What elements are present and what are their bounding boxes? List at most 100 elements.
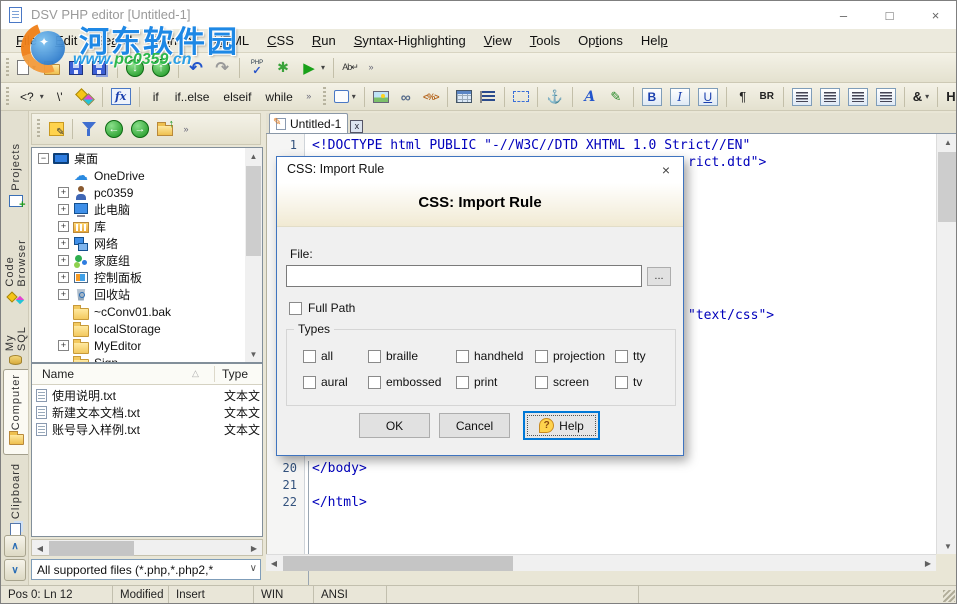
back-button[interactable]: ← (101, 117, 127, 141)
download-button[interactable]: ↓ (122, 56, 148, 80)
save-all-button[interactable] (88, 56, 113, 80)
menu-item-css[interactable]: CSS (258, 29, 303, 52)
type-checkbox-tty[interactable] (615, 350, 628, 363)
full-path-option[interactable]: Full Path (289, 301, 355, 315)
file-item-账号导入样例-txt[interactable]: 账号导入样例.txt文本文 (34, 421, 262, 438)
tab-untitled-1[interactable]: Untitled-1 (269, 113, 348, 133)
toolbar-overflow-icon[interactable]: » (365, 57, 377, 79)
tree-item-家庭组[interactable]: +家庭组 (32, 252, 227, 269)
run-button[interactable]: ▶▾ (296, 56, 329, 80)
align-right-button[interactable] (844, 85, 872, 109)
expand-icon[interactable]: + (58, 187, 69, 198)
tree-item-onedrive[interactable]: OneDrive (32, 167, 227, 184)
menu-item-run[interactable]: Run (303, 29, 345, 52)
expand-icon[interactable]: + (58, 255, 69, 266)
anchor-button[interactable]: ⚓ (542, 85, 568, 109)
type-option-aural[interactable]: aural (303, 375, 348, 389)
editor-horizontal-scrollbar[interactable]: ◀ ▶ (266, 554, 936, 571)
expand-icon[interactable]: + (58, 289, 69, 300)
tree-item-回收站[interactable]: +回收站 (32, 286, 227, 303)
type-checkbox-all[interactable] (303, 350, 316, 363)
filter-button[interactable] (77, 117, 101, 141)
scroll-right-icon[interactable]: ▶ (920, 555, 936, 572)
type-checkbox-handheld[interactable] (456, 350, 469, 363)
tree-item-cconv01-bak[interactable]: ~cConv01.bak (32, 303, 227, 320)
upload-button[interactable]: ↑ (148, 56, 174, 80)
type-option-screen[interactable]: screen (535, 375, 589, 389)
help-button[interactable]: ? Help (523, 411, 600, 440)
collapse-up-button[interactable]: ∧ (4, 535, 26, 557)
sidebar-tab-projects[interactable]: Projects (3, 139, 28, 207)
dialog-title-bar[interactable]: CSS: Import Rule × (277, 157, 683, 183)
column-divider[interactable] (214, 366, 215, 382)
scroll-left-icon[interactable]: ◀ (32, 540, 48, 557)
file-filter-combobox[interactable]: All supported files (*.php,*.php2,* ∨ (31, 559, 261, 580)
php-tag-button[interactable]: <?▾ (13, 85, 48, 109)
maximize-button[interactable]: □ (867, 1, 912, 29)
tree-item-库[interactable]: +库 (32, 218, 227, 235)
tree-item-此电脑[interactable]: +此电脑 (32, 201, 227, 218)
tree-item-sign[interactable]: Sign (32, 354, 227, 363)
toolbar-overflow-icon[interactable]: » (303, 86, 315, 108)
scroll-left-icon[interactable]: ◀ (266, 555, 282, 572)
type-checkbox-braille[interactable] (368, 350, 381, 363)
column-header-name[interactable]: Name (42, 367, 74, 381)
column-header-type[interactable]: Type (222, 367, 248, 381)
menu-item-tools[interactable]: Tools (521, 29, 569, 52)
undo-button[interactable]: ↶ (183, 56, 209, 80)
type-option-tty[interactable]: tty (615, 349, 646, 363)
debug-button[interactable]: ✱ (270, 56, 296, 80)
hyperlink-button[interactable]: ∞ (393, 85, 419, 109)
numbered-list-button[interactable] (476, 85, 500, 109)
fieldset-button[interactable] (509, 85, 533, 109)
collapse-down-button[interactable]: ∨ (4, 559, 26, 581)
bold-button[interactable]: B (638, 85, 666, 109)
expand-icon[interactable]: + (58, 272, 69, 283)
tree-scrollbar[interactable]: ▲ ▼ (245, 148, 262, 362)
sidebar-tab-computer[interactable]: Computer (3, 369, 28, 455)
full-path-checkbox[interactable] (289, 302, 302, 315)
scroll-right-icon[interactable]: ▶ (246, 540, 262, 557)
type-checkbox-embossed[interactable] (368, 376, 381, 389)
align-left-button[interactable] (788, 85, 816, 109)
toolbar-overflow-icon[interactable]: » (180, 118, 192, 140)
forward-button[interactable]: → (127, 117, 153, 141)
editor-vscrollbar-thumb[interactable] (938, 152, 957, 222)
html-entity-button[interactable]: &▾ (909, 85, 933, 109)
function-button[interactable]: fx (107, 85, 135, 109)
menu-item-options[interactable]: Options (569, 29, 632, 52)
heading-button[interactable]: H▾ (942, 85, 957, 109)
sidebar-tab-clipboard[interactable]: Clipboard (3, 459, 28, 539)
scroll-down-icon[interactable]: ▼ (245, 346, 262, 362)
open-file-button[interactable] (40, 56, 64, 80)
toolbar-grip[interactable] (6, 87, 9, 107)
tree-item-localstorage[interactable]: localStorage (32, 320, 227, 337)
layer-button[interactable]: ▾ (330, 85, 360, 109)
paragraph-button[interactable]: ¶ (731, 85, 755, 109)
underline-button[interactable]: U (694, 85, 722, 109)
file-item-新建文本文档-txt[interactable]: 新建文本文档.txt文本文 (34, 404, 262, 421)
explorer-horizontal-scrollbar[interactable]: ◀ ▶ (31, 539, 263, 556)
menu-item-edit[interactable]: Edit (46, 29, 86, 52)
menu-item-help[interactable]: Help (632, 29, 677, 52)
menu-item-file[interactable]: File (7, 29, 46, 52)
editor-hscrollbar-thumb[interactable] (283, 556, 513, 571)
save-button[interactable] (64, 56, 88, 80)
file-input[interactable] (286, 265, 642, 287)
type-checkbox-aural[interactable] (303, 376, 316, 389)
tags-button[interactable] (72, 85, 98, 109)
if-else-button[interactable]: if..else (168, 85, 217, 109)
word-wrap-button[interactable]: Ab↵ (338, 56, 362, 80)
type-checkbox-tv[interactable] (615, 376, 628, 389)
expand-icon[interactable]: + (58, 238, 69, 249)
menu-item-syntax-highlighting[interactable]: Syntax-Highlighting (345, 29, 475, 52)
editor-vertical-scrollbar[interactable]: ▲ ▼ (936, 134, 957, 554)
collapse-icon[interactable]: − (38, 153, 49, 164)
sidebar-tab-code-browser[interactable]: Code Browser (3, 217, 28, 305)
tree-item-控制面板[interactable]: +控制面板 (32, 269, 227, 286)
scroll-up-icon[interactable]: ▲ (937, 134, 957, 150)
scroll-down-icon[interactable]: ▼ (937, 538, 957, 554)
scroll-up-icon[interactable]: ▲ (245, 148, 262, 164)
tree-item-myeditor[interactable]: +MyEditor (32, 337, 227, 354)
table-button[interactable] (452, 85, 476, 109)
